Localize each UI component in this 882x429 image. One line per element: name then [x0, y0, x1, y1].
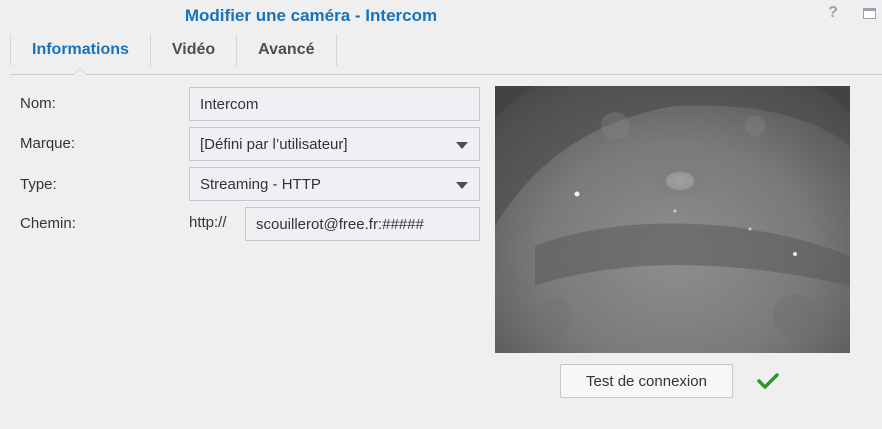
chevron-down-icon — [456, 142, 468, 149]
brand-label: Marque: — [20, 135, 76, 152]
tab-label: Avancé — [258, 41, 315, 58]
path-prefix: http:// — [189, 214, 227, 231]
type-value: Streaming - HTTP — [200, 175, 321, 193]
check-icon — [757, 373, 779, 389]
active-tab-indicator — [73, 68, 88, 75]
type-label: Type: — [20, 176, 57, 193]
window-title: Modifier une caméra - Intercom — [184, 6, 438, 25]
brand-value: [Défini par l’utilisateur] — [200, 135, 348, 153]
tab-video[interactable]: Vidéo — [149, 34, 236, 66]
tab-informations[interactable]: Informations — [10, 34, 150, 75]
test-connection-button[interactable]: Test de connexion — [560, 364, 733, 398]
preview-fisheye-svg — [495, 86, 850, 353]
name-label: Nom: — [20, 95, 56, 112]
tab-avance[interactable]: Avancé — [236, 34, 337, 66]
name-input[interactable]: Intercom — [189, 87, 480, 121]
help-icon[interactable]: ? — [824, 4, 842, 22]
name-value: Intercom — [200, 95, 259, 113]
camera-preview-image — [495, 86, 850, 353]
path-value: scouillerot@free.fr:##### — [256, 215, 424, 233]
tab-bar: Informations Vidéo Avancé — [10, 34, 882, 75]
brand-select[interactable]: [Défini par l’utilisateur] — [189, 127, 480, 161]
header-icons: ? — [824, 4, 878, 22]
tab-label: Vidéo — [171, 41, 216, 58]
path-input[interactable]: scouillerot@free.fr:##### — [245, 207, 480, 241]
path-label: Chemin: — [20, 215, 76, 232]
chevron-down-icon — [456, 182, 468, 189]
minimize-icon[interactable] — [860, 4, 878, 22]
test-connection-label: Test de connexion — [586, 372, 707, 390]
type-select[interactable]: Streaming - HTTP — [189, 167, 480, 201]
tab-label: Informations — [32, 41, 129, 58]
